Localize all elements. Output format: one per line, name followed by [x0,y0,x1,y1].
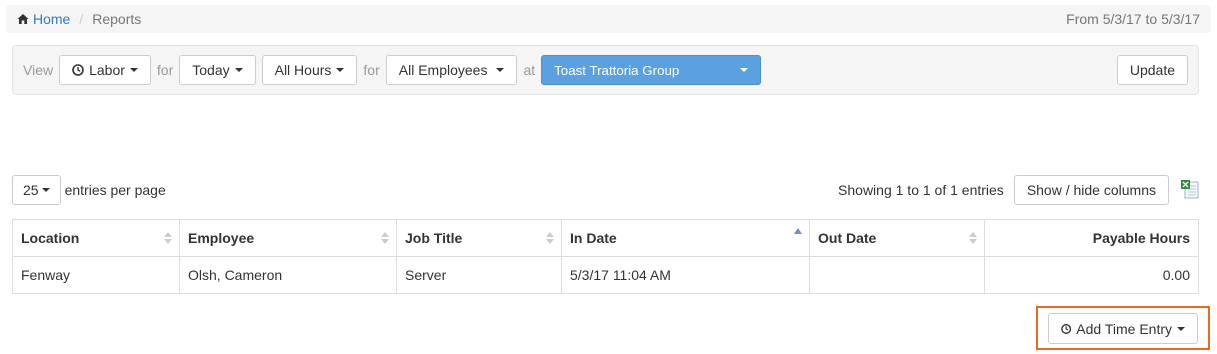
cell-location: Fenway [12,256,180,294]
date-range-label: From 5/3/17 to 5/3/17 [1066,11,1200,27]
chevron-down-icon [496,68,505,72]
labor-report-table: Location Employee Job Title In Date Out … [12,219,1199,294]
cell-employee: Olsh, Cameron [179,256,397,294]
column-header-in-date[interactable]: In Date [561,219,810,257]
chevron-down-icon [1177,326,1185,331]
clock-icon [1061,323,1072,334]
employees-dropdown[interactable]: All Employees [385,55,518,85]
chevron-down-icon [336,68,345,72]
sort-icon [969,232,977,244]
breadcrumb: Home / Reports From 5/3/17 to 5/3/17 [6,5,1211,33]
table-row: Fenway Olsh, Cameron Server 5/3/17 11:04… [12,256,1199,294]
employees-label: All Employees [398,62,488,78]
at-label: at [523,62,536,78]
page-size-dropdown[interactable]: 25 [12,175,61,205]
chevron-down-icon [129,68,138,72]
report-type-label: Labor [89,62,125,78]
add-time-entry-label: Add Time Entry [1076,320,1172,337]
column-header-label: Out Date [818,230,877,246]
for-label: for [156,62,174,78]
column-header-label: Employee [188,230,255,246]
breadcrumb-home-link[interactable]: Home [33,11,70,27]
location-group-label: Toast Trattoria Group [554,62,680,78]
cell-job-title: Server [396,256,562,294]
cell-payable-hours: 0.00 [984,256,1199,294]
chevron-down-icon [41,188,50,192]
for-label: for [363,62,380,78]
column-header-label: In Date [570,230,617,246]
sort-icon [546,232,554,244]
show-hide-columns-button[interactable]: Show / hide columns [1013,175,1169,205]
table-header-row: Location Employee Job Title In Date Out … [12,219,1199,257]
breadcrumb-current: Reports [92,11,142,27]
column-header-label: Payable Hours [1092,230,1190,246]
excel-export-icon[interactable] [1179,179,1201,201]
update-button[interactable]: Update [1116,55,1188,85]
home-icon [17,14,29,24]
sort-ascending-icon [794,228,802,235]
clock-icon [72,64,84,76]
page-size-value: 25 [23,182,39,198]
table-tools: Showing 1 to 1 of 1 entries Show / hide … [838,175,1201,205]
period-dropdown[interactable]: Today [179,55,256,85]
sort-icon [164,232,172,244]
period-label: Today [192,62,230,78]
hours-dropdown[interactable]: All Hours [261,55,358,85]
cell-out-date [809,256,985,294]
chevron-down-icon [234,68,243,72]
column-header-job-title[interactable]: Job Title [396,219,562,257]
column-header-location[interactable]: Location [12,219,180,257]
column-header-label: Job Title [405,230,463,246]
cell-in-date: 5/3/17 11:04 AM [561,256,810,294]
page-size-control: 25 entries per page [12,175,166,205]
add-time-entry-button[interactable]: Add Time Entry [1048,313,1198,344]
report-type-dropdown[interactable]: Labor [59,55,151,85]
column-header-payable-hours[interactable]: Payable Hours [984,219,1199,257]
chevron-down-icon [740,68,749,72]
report-filter-bar: View Labor for Today All Hours for All E… [12,45,1199,95]
entries-count: Showing 1 to 1 of 1 entries [838,182,1004,198]
sort-icon [381,232,389,244]
location-group-dropdown[interactable]: Toast Trattoria Group [541,55,762,85]
column-header-out-date[interactable]: Out Date [809,219,985,257]
per-page-label: entries per page [64,182,166,198]
column-header-employee[interactable]: Employee [179,219,397,257]
view-label: View [23,62,54,78]
column-header-label: Location [21,230,80,246]
breadcrumb-separator: / [79,11,84,27]
hours-label: All Hours [274,62,332,78]
